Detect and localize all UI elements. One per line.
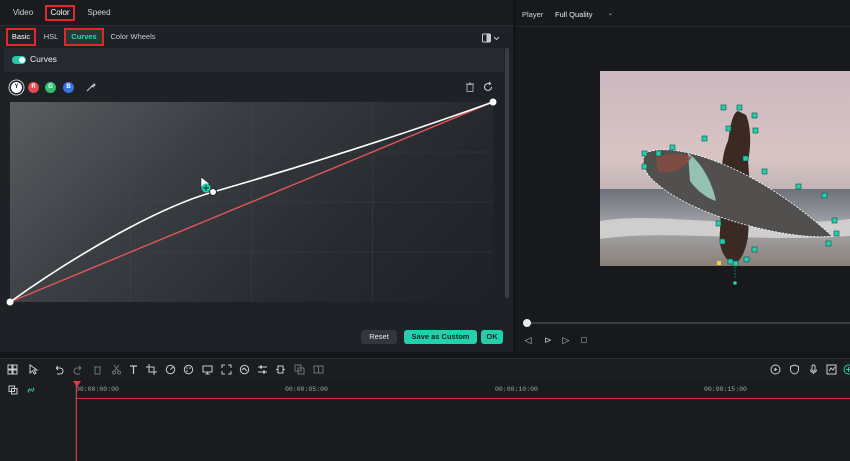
delete-icon[interactable] [92, 364, 103, 375]
select-tool-icon[interactable] [28, 364, 39, 375]
color-panel: Video Color Speed Basic HSL Curves Color… [0, 0, 513, 352]
cut-icon[interactable] [111, 364, 122, 375]
save-as-custom-button[interactable]: Save as Custom [404, 330, 477, 344]
panel-scrollbar[interactable] [505, 48, 509, 298]
eyedropper-icon[interactable] [85, 81, 97, 93]
step-back-icon[interactable]: ⊳ [542, 334, 554, 346]
add-track-icon[interactable] [843, 364, 850, 375]
channel-selector: Y R G B [4, 78, 504, 98]
curve-editor[interactable] [6, 98, 497, 306]
channel-y-button[interactable]: Y [11, 82, 22, 93]
grid-layout-icon[interactable] [7, 364, 18, 375]
voiceover-icon[interactable] [826, 364, 837, 375]
move-handle-icon [201, 183, 211, 193]
timeline-toolbar [0, 358, 850, 380]
group-icon[interactable] [294, 364, 305, 375]
text-tool-icon[interactable] [128, 364, 139, 375]
render-play-icon[interactable] [770, 364, 781, 375]
monitor-icon[interactable] [202, 364, 213, 375]
subtab-basic[interactable]: Basic [6, 28, 36, 46]
player-panel: Player Full Quality ⌄ ◁ ⊳ ▷ □ [516, 0, 850, 352]
curves-section-header: Curves [4, 48, 504, 72]
curve-point-mid [209, 188, 217, 196]
player-label: Player [522, 10, 544, 19]
subtab-curves[interactable]: Curves [64, 28, 104, 46]
chevron-down-icon[interactable]: ⌄ [608, 10, 613, 17]
playhead-handle[interactable] [73, 381, 81, 387]
tab-color[interactable]: Color [45, 5, 75, 21]
curves-enable-toggle[interactable] [12, 56, 26, 64]
time-ruler[interactable]: 00:00:00:00 00:00:05:00 00:00:10:00 00:0… [76, 380, 850, 400]
reset-curve-icon[interactable] [482, 81, 494, 93]
crop-icon[interactable] [146, 364, 157, 375]
timecode-10: 00:00:10:00 [495, 386, 538, 393]
mask-rotate-handle [733, 281, 737, 285]
video-preview[interactable] [600, 71, 850, 285]
playback-knob[interactable] [523, 319, 531, 327]
ai-tool-icon[interactable] [239, 364, 250, 375]
reset-button[interactable]: Reset [361, 330, 397, 344]
player-divider [516, 26, 850, 27]
track-header-column [0, 380, 76, 461]
curve-point-end [489, 98, 497, 106]
ok-button[interactable]: OK [481, 330, 503, 344]
preview-image[interactable] [600, 71, 850, 286]
quality-dropdown[interactable]: Full Quality [555, 10, 593, 19]
channel-r-button[interactable]: R [28, 82, 39, 93]
color-subtab-bar: Basic HSL Curves Color Wheels [0, 26, 513, 48]
timecode-5: 00:00:05:00 [285, 386, 328, 393]
trash-icon[interactable] [464, 81, 476, 93]
curve-graph[interactable] [6, 98, 497, 306]
keyframe-icon[interactable] [275, 364, 286, 375]
copy-track-icon[interactable] [8, 385, 18, 395]
compare-view-icon[interactable] [482, 33, 500, 43]
timecode-15: 00:00:15:00 [704, 386, 747, 393]
speed-icon[interactable] [165, 364, 176, 375]
tab-video[interactable]: Video [6, 5, 40, 21]
stop-icon[interactable]: □ [578, 334, 590, 346]
adjust-icon[interactable] [257, 364, 268, 375]
channel-g-button[interactable]: G [45, 82, 56, 93]
undo-icon[interactable] [53, 364, 64, 375]
channel-b-button[interactable]: B [63, 82, 74, 93]
split-icon[interactable] [313, 364, 324, 375]
prev-frame-icon[interactable]: ◁ [522, 334, 534, 346]
timeline-marker-line [76, 398, 850, 399]
playhead[interactable] [76, 382, 77, 461]
shield-icon[interactable] [789, 364, 800, 375]
fullscreen-icon[interactable] [221, 364, 232, 375]
section-title: Curves [30, 54, 57, 64]
curve-point-start [6, 298, 14, 306]
tab-speed[interactable]: Speed [82, 5, 116, 21]
top-tab-bar: Video Color Speed [0, 0, 513, 26]
link-icon[interactable] [26, 385, 36, 395]
playback-progress[interactable] [526, 322, 850, 324]
timecode-0: 00:00:00:00 [76, 386, 119, 393]
microphone-icon[interactable] [808, 364, 819, 375]
play-icon[interactable]: ▷ [560, 334, 572, 346]
subtab-color-wheels[interactable]: Color Wheels [108, 28, 158, 46]
mask-anchor [717, 261, 721, 265]
subtab-hsl[interactable]: HSL [40, 28, 62, 46]
color-palette-icon[interactable] [183, 364, 194, 375]
redo-icon[interactable] [73, 364, 84, 375]
